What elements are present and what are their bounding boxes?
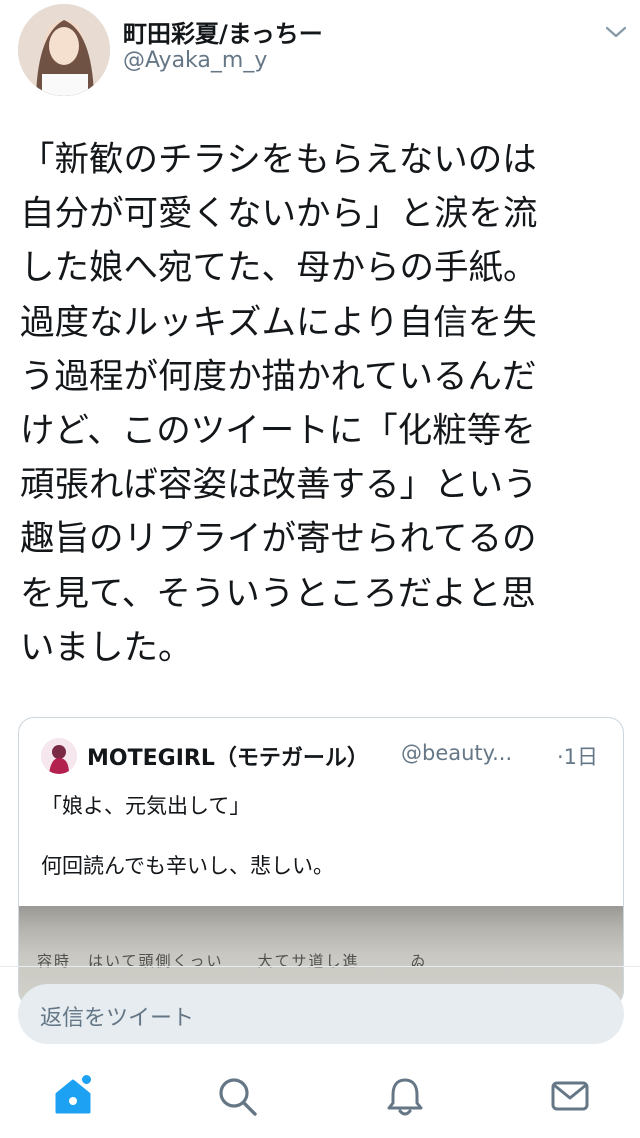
tweet-text-line: う過程が何度か描かれているんだ: [20, 356, 537, 397]
quoted-text-line: 「娘よ、元気出して」: [41, 794, 251, 818]
tweet-text-line: を見て、そういうところだよと思: [20, 573, 536, 614]
quoted-timestamp: ·1日: [557, 745, 599, 769]
reply-input[interactable]: 返信をツイート: [18, 984, 624, 1044]
author-display-name[interactable]: 町田彩夏/まっちー: [123, 14, 323, 49]
tweet-text-line: 頑張れば容姿は改善する」という: [20, 465, 538, 506]
search-icon[interactable]: [213, 1072, 261, 1120]
tweet-text-line: 趣旨のリプライが寄せられてるの: [20, 519, 537, 560]
messages-icon[interactable]: [546, 1072, 594, 1120]
notifications-icon[interactable]: [381, 1072, 429, 1120]
quoted-display-name: MOTEGIRL（モテガール）: [87, 746, 369, 771]
tweet-text-line: 過度なルッキズムにより自信を失: [20, 302, 537, 343]
tweet-text-line: けど、このツイートに「化粧等を: [20, 410, 536, 451]
quoted-text-line: 何回読んでも辛いし、悲しい。: [41, 854, 334, 878]
tweet-text-line: いました。: [20, 627, 193, 668]
new-content-indicator: [82, 1075, 91, 1084]
divider: [0, 966, 640, 967]
chevron-down-icon[interactable]: [604, 24, 628, 40]
tweet-text-line: 自分が可愛くないから」と涙を流: [20, 194, 538, 235]
quoted-author-avatar: [41, 738, 77, 774]
tweet-text: 「新歓のチラシをもらえないのは 自分が可愛くないから」と涙を流 した娘へ宛てた、…: [20, 133, 610, 675]
author-avatar[interactable]: [18, 4, 110, 96]
photo-letter-text: 容時 はいて頭側くっい 大てサ道し進 ゐ: [37, 952, 428, 970]
tweet-header: 町田彩夏/まっちー @Ayaka_m_y: [0, 0, 640, 100]
reply-placeholder: 返信をツイート: [40, 1006, 195, 1031]
quoted-handle: @beauty...: [401, 741, 513, 765]
quoted-tweet-card[interactable]: MOTEGIRL（モテガール） @beauty... ·1日 「娘よ、元気出して…: [18, 717, 624, 1007]
tweet-text-line: 「新歓のチラシをもらえないのは: [20, 140, 537, 180]
author-handle[interactable]: @Ayaka_m_y: [123, 48, 267, 73]
tweet-text-line: した娘へ宛てた、母からの手紙。: [20, 248, 538, 289]
bottom-tab-bar: [0, 1060, 640, 1138]
